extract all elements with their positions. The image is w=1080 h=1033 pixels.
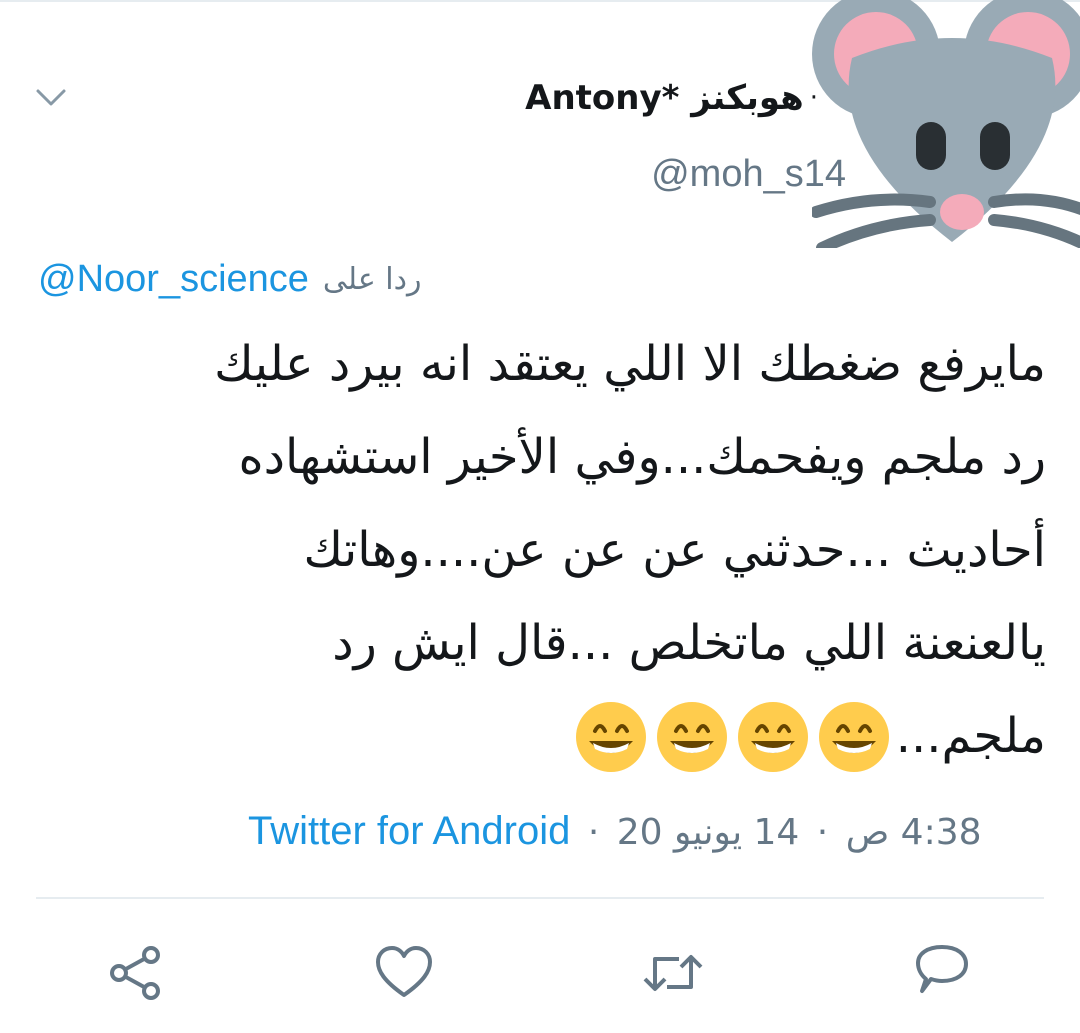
retweet-button[interactable] <box>638 938 708 1008</box>
tweet-metadata: Twitter for Android · 14 يونيو 20 · 4:38… <box>248 809 1048 854</box>
tweet-text-line: يالعنعنة اللي ماتخلص ...قال ايش رد <box>332 615 1046 671</box>
name-separator: · <box>809 83 818 113</box>
author-name-row[interactable]: · هوبكنز *Antony <box>525 78 818 118</box>
like-button[interactable] <box>369 938 439 1008</box>
actions-divider <box>36 897 1044 899</box>
share-button[interactable] <box>100 938 170 1008</box>
replying-to-label: ردا على <box>322 262 422 297</box>
emoji-row <box>575 701 890 773</box>
tweet-text-line: مايرفع ضغطك الا اللي يعتقد انه بيرد عليك <box>214 336 1046 392</box>
tweet-text-line: ملجم... <box>895 708 1046 764</box>
replying-to-handle[interactable]: @Noor_science <box>38 258 309 301</box>
grinning-face-icon <box>575 701 646 772</box>
replying-to: @Noor_science ردا على <box>38 258 421 301</box>
tweet-time: 4:38 ص <box>845 812 982 853</box>
chevron-down-icon <box>36 89 66 106</box>
avatar[interactable] <box>810 0 1080 254</box>
tweet-text-line: أحاديث ...حدثني عن عن عن....وهاتك <box>303 522 1046 578</box>
tweet-text-last-line: ملجم... <box>36 690 1046 783</box>
tweet-source[interactable]: Twitter for Android <box>248 809 570 853</box>
mouse-face-icon <box>810 0 1080 254</box>
grinning-face-icon <box>818 701 889 772</box>
share-icon <box>110 946 160 1000</box>
more-options-button[interactable] <box>30 80 72 116</box>
grinning-face-icon <box>737 701 808 772</box>
author-handle[interactable]: @moh_s14 <box>651 153 846 196</box>
meta-separator: · <box>587 812 600 853</box>
tweet-date: 14 يونيو 20 <box>616 812 800 853</box>
meta-separator: · <box>816 812 829 853</box>
grinning-face-icon <box>656 701 727 772</box>
retweet-icon <box>643 955 703 991</box>
author-display-name[interactable]: هوبكنز *Antony <box>525 78 804 118</box>
heart-icon <box>376 946 432 997</box>
reply-icon <box>916 945 968 993</box>
tweet-text-line: رد ملجم ويفحمك...وفي الأخير استشهاده <box>238 429 1046 485</box>
tweet-text: مايرفع ضغطك الا اللي يعتقد انه بيرد عليك… <box>36 318 1046 783</box>
reply-button[interactable] <box>907 938 977 1008</box>
